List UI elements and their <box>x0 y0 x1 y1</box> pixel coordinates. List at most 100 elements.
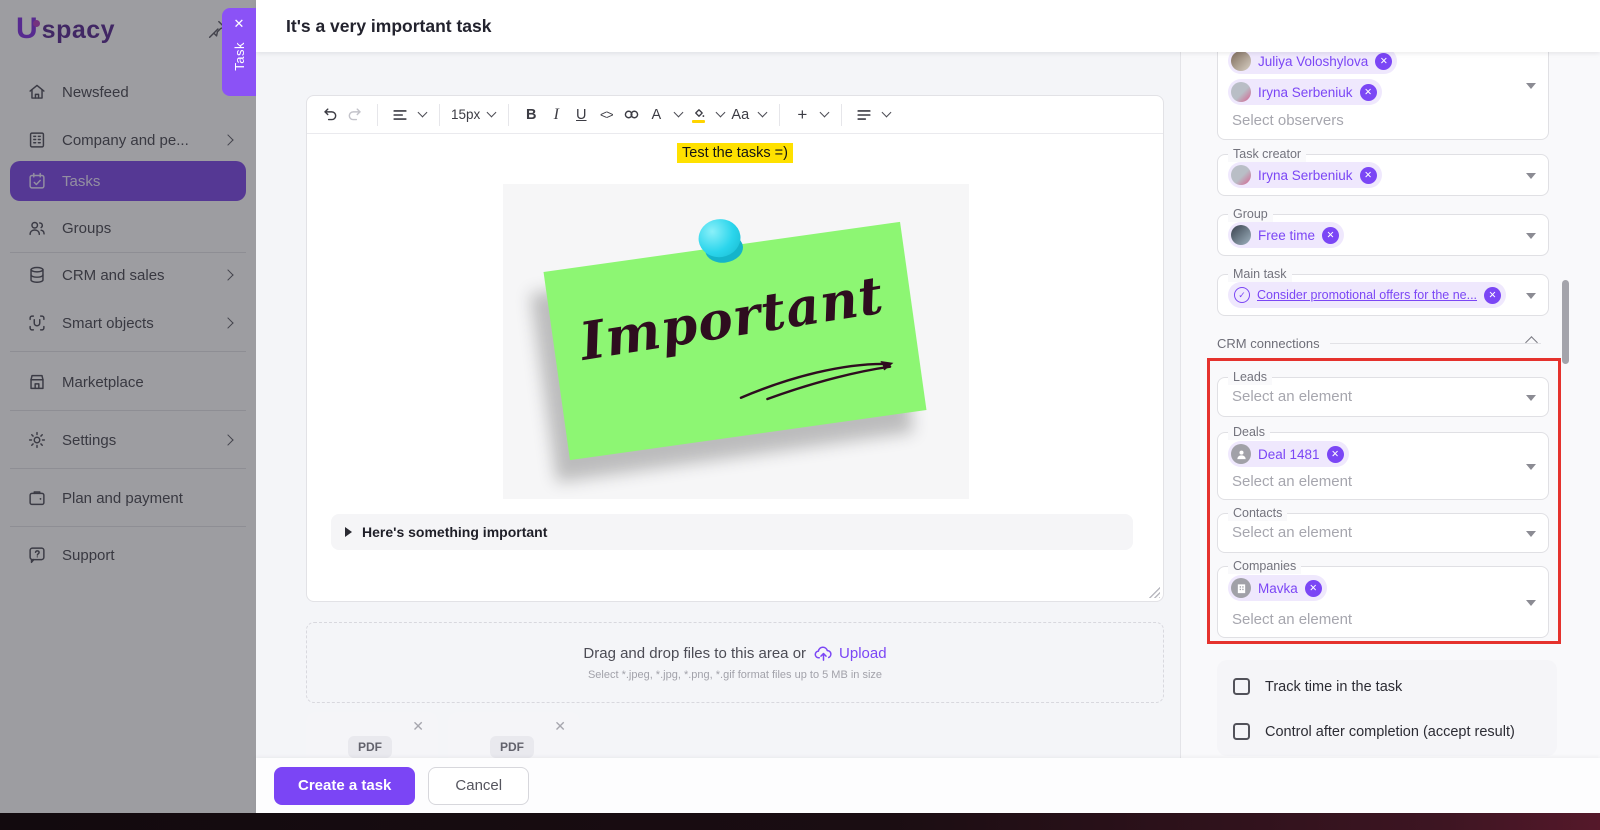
cancel-button[interactable]: Cancel <box>428 766 530 805</box>
bold-button[interactable]: B <box>520 102 542 128</box>
control-after-completion-option[interactable]: Control after completion (accept result) <box>1233 723 1515 740</box>
observers-field[interactable]: Juliya Voloshylova ✕ Iryna Serbeniuk ✕ S… <box>1217 52 1549 140</box>
font-size-select[interactable]: 15px <box>451 102 480 128</box>
chip-label: Free time <box>1258 227 1316 243</box>
chevron-down-icon[interactable] <box>417 107 428 118</box>
underline-button[interactable]: U <box>570 102 592 128</box>
observers-placeholder: Select observers <box>1232 112 1344 129</box>
remove-attachment-icon[interactable]: ✕ <box>554 718 566 735</box>
editor-toolbar: 15px B I U <> A Aa + <box>307 96 1163 134</box>
dropdown-arrow-icon[interactable] <box>1526 293 1536 299</box>
main-task-link[interactable]: Consider promotional offers for the ne..… <box>1257 288 1477 302</box>
chevron-down-icon[interactable] <box>757 107 768 118</box>
leads-field[interactable]: Leads Select an element <box>1217 369 1549 417</box>
task-creator-chip[interactable]: Iryna Serbeniuk ✕ <box>1228 162 1382 188</box>
remove-chip-icon[interactable]: ✕ <box>1326 445 1344 463</box>
text-style-button[interactable]: Aa <box>729 102 751 128</box>
field-label: Contacts <box>1228 505 1288 521</box>
editor-line-highlighted[interactable]: Test the tasks =) <box>307 143 1163 163</box>
deal-chip[interactable]: Deal 1481 ✕ <box>1228 441 1349 467</box>
undo-icon[interactable] <box>319 102 341 128</box>
remove-chip-icon[interactable]: ✕ <box>1322 226 1340 244</box>
companies-placeholder: Select an element <box>1232 611 1353 628</box>
spoiler-title: Here's something important <box>362 524 548 540</box>
checkbox-unchecked[interactable] <box>1233 723 1250 740</box>
important-note-graphic: Important <box>543 216 927 461</box>
chevron-down-icon[interactable] <box>486 107 497 118</box>
editor-resize-handle[interactable] <box>1148 586 1160 598</box>
inserted-image[interactable]: Important <box>503 184 969 499</box>
dropdown-arrow-icon[interactable] <box>1526 233 1536 239</box>
chip-label: Iryna Serbeniuk <box>1258 167 1353 183</box>
paragraph-format-icon[interactable] <box>389 102 411 128</box>
dropdown-arrow-icon[interactable] <box>1526 173 1536 179</box>
underline-swoosh <box>739 361 894 401</box>
bottom-edge-bar <box>0 813 1600 830</box>
file-dropzone[interactable]: Drag and drop files to this area or Uplo… <box>306 622 1164 703</box>
dropdown-arrow-icon[interactable] <box>1526 600 1536 606</box>
avatar <box>1231 225 1251 245</box>
panel-scrollbar[interactable] <box>1562 280 1569 364</box>
field-label: Companies <box>1228 558 1302 574</box>
task-creator-field[interactable]: Task creator Iryna Serbeniuk ✕ <box>1217 146 1549 196</box>
close-icon[interactable]: ✕ <box>234 15 245 33</box>
chip-label: Iryna Serbeniuk <box>1258 84 1353 100</box>
contacts-field[interactable]: Contacts Select an element <box>1217 505 1549 553</box>
dropdown-arrow-icon[interactable] <box>1526 83 1536 89</box>
page-title: It's a very important task <box>286 15 492 36</box>
observer-chip[interactable]: Juliya Voloshylova ✕ <box>1228 52 1398 74</box>
upload-button[interactable]: Upload <box>814 645 887 662</box>
dropdown-arrow-icon[interactable] <box>1526 531 1536 537</box>
remove-chip-icon[interactable]: ✕ <box>1359 166 1377 184</box>
section-divider <box>1329 343 1541 344</box>
highlighted-text[interactable]: Test the tasks =) <box>677 143 793 163</box>
upload-cloud-icon <box>814 645 833 662</box>
rich-text-editor[interactable]: 15px B I U <> A Aa + Test the tasks =) I… <box>306 95 1164 602</box>
app-root: U spacy Newsfeed Company and pe... Tasks… <box>0 0 1600 830</box>
chevron-down-icon[interactable] <box>673 107 684 118</box>
align-icon[interactable] <box>853 102 875 128</box>
chevron-down-icon[interactable] <box>819 107 830 118</box>
field-label: Task creator <box>1228 146 1307 162</box>
highlight-color-icon[interactable] <box>687 102 709 128</box>
deals-field[interactable]: Deals Deal 1481 ✕ Select an element <box>1217 424 1549 500</box>
chevron-down-icon[interactable] <box>715 107 726 118</box>
observer-chip[interactable]: Iryna Serbeniuk ✕ <box>1228 79 1382 105</box>
track-time-option[interactable]: Track time in the task <box>1233 678 1402 695</box>
chevron-down-icon[interactable] <box>881 107 892 118</box>
redo-icon[interactable] <box>344 102 366 128</box>
group-chip[interactable]: Free time ✕ <box>1228 222 1345 248</box>
field-label: Deals <box>1228 424 1270 440</box>
remove-chip-icon[interactable]: ✕ <box>1359 83 1377 101</box>
italic-button[interactable]: I <box>545 102 567 128</box>
task-tab-label: Task <box>231 42 247 71</box>
field-label: Group <box>1228 206 1273 222</box>
remove-attachment-icon[interactable]: ✕ <box>412 718 424 735</box>
chip-label: Juliya Voloshylova <box>1258 53 1369 69</box>
insert-button[interactable]: + <box>791 102 813 128</box>
company-chip[interactable]: Mavka ✕ <box>1228 575 1327 601</box>
task-options-card: Track time in the task Control after com… <box>1217 660 1557 756</box>
checkbox-label: Track time in the task <box>1265 678 1403 695</box>
task-side-tab[interactable]: ✕ Task <box>222 8 256 96</box>
group-field[interactable]: Group Free time ✕ <box>1217 206 1549 256</box>
link-icon[interactable] <box>620 102 642 128</box>
code-button[interactable]: <> <box>595 102 617 128</box>
dropdown-arrow-icon[interactable] <box>1526 464 1536 470</box>
companies-field[interactable]: Companies Mavka ✕ Select an element <box>1217 558 1549 638</box>
remove-chip-icon[interactable]: ✕ <box>1375 52 1393 70</box>
building-avatar-icon <box>1231 578 1251 598</box>
spoiler-arrow-icon <box>345 527 352 537</box>
main-task-field[interactable]: Main task ✓ Consider promotional offers … <box>1217 266 1549 316</box>
checkbox-unchecked[interactable] <box>1233 678 1250 695</box>
spoiler-toggle[interactable]: Here's something important <box>331 514 1133 550</box>
main-task-chip[interactable]: ✓ Consider promotional offers for the ne… <box>1228 282 1507 308</box>
remove-chip-icon[interactable]: ✕ <box>1484 286 1502 304</box>
deals-placeholder: Select an element <box>1232 473 1353 490</box>
dropdown-arrow-icon[interactable] <box>1526 395 1536 401</box>
person-avatar-icon <box>1231 444 1251 464</box>
remove-chip-icon[interactable]: ✕ <box>1304 579 1322 597</box>
create-task-button[interactable]: Create a task <box>274 766 416 805</box>
toolbar-separator <box>377 103 378 126</box>
font-color-button[interactable]: A <box>645 102 667 128</box>
